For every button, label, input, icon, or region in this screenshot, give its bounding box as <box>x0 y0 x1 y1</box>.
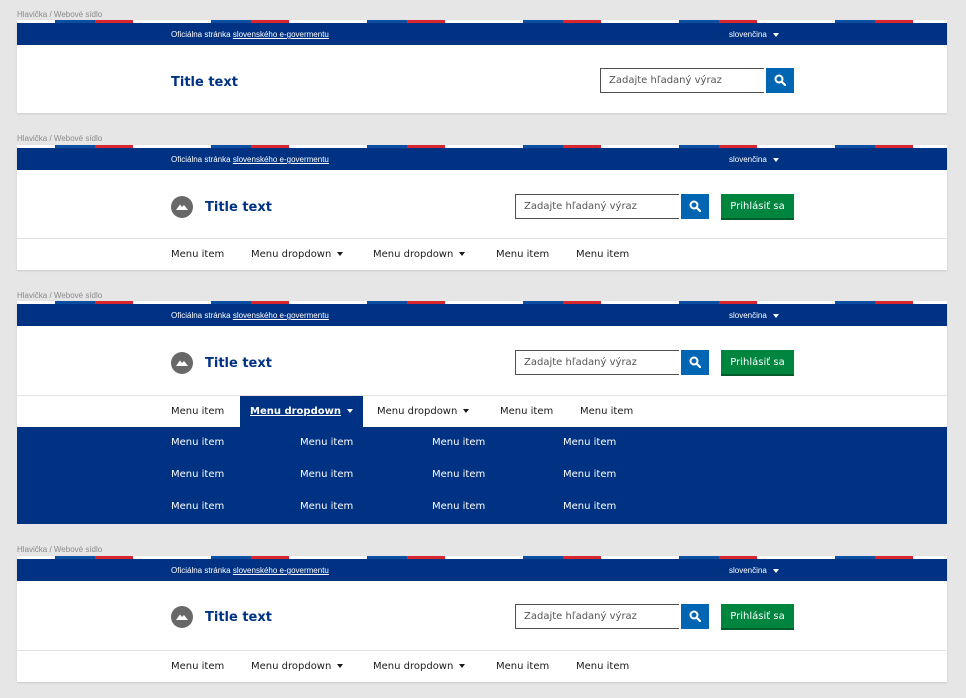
mountain-logo-icon[interactable] <box>171 196 193 218</box>
menu-item[interactable]: Menu item <box>496 249 549 260</box>
menu-item[interactable]: Menu item <box>576 249 629 260</box>
dropdown-item[interactable]: Menu item <box>563 437 616 448</box>
egov-link[interactable]: slovenského e-govermentu <box>233 30 329 39</box>
frame-label: Hlavička / Webové sídlo <box>17 134 103 143</box>
search-button[interactable] <box>681 194 709 219</box>
frame-label: Hlavička / Webové sídlo <box>17 291 103 300</box>
header-with-open-dropdown: Oficiálna stránka slovenského e-govermen… <box>17 301 947 427</box>
mountain-logo-icon[interactable] <box>171 352 193 374</box>
menu-item[interactable]: Menu item <box>496 661 549 672</box>
egov-link[interactable]: slovenského e-govermentu <box>233 311 329 320</box>
main-menu: Menu item Menu dropdown Menu dropdown Me… <box>17 395 947 428</box>
main-menu: Menu item Menu dropdown Menu dropdown Me… <box>17 650 947 682</box>
search-input[interactable] <box>600 68 764 93</box>
menu-dropdown[interactable]: Menu dropdown <box>251 661 344 672</box>
caret-down-icon <box>772 313 779 318</box>
mountain-logo-icon[interactable] <box>171 606 193 628</box>
menu-dropdown[interactable]: Menu dropdown <box>377 406 470 417</box>
search-icon <box>774 74 786 86</box>
dropdown-item[interactable]: Menu item <box>432 437 485 448</box>
caret-down-icon <box>463 409 470 413</box>
official-notice: Oficiálna stránka slovenského e-govermen… <box>171 311 329 320</box>
menu-dropdown[interactable]: Menu dropdown <box>373 661 466 672</box>
login-button[interactable]: Prihlásiť sa <box>721 604 794 630</box>
login-button[interactable]: Prihlásiť sa <box>721 194 794 220</box>
site-title[interactable]: Title text <box>205 610 272 625</box>
search-button[interactable] <box>766 68 794 93</box>
frame-label: Hlavička / Webové sídlo <box>17 545 103 554</box>
search-input[interactable] <box>515 604 679 629</box>
menu-item[interactable]: Menu item <box>576 661 629 672</box>
egov-link[interactable]: slovenského e-govermentu <box>233 155 329 164</box>
caret-down-icon <box>337 252 344 256</box>
caret-down-icon <box>772 568 779 573</box>
dropdown-item[interactable]: Menu item <box>300 501 353 512</box>
main-menu: Menu item Menu dropdown Menu dropdown Me… <box>17 238 947 270</box>
dropdown-item[interactable]: Menu item <box>432 469 485 480</box>
caret-down-icon <box>459 252 466 256</box>
search-button[interactable] <box>681 604 709 629</box>
menu-item[interactable]: Menu item <box>500 406 553 417</box>
search-button[interactable] <box>681 350 709 375</box>
search-input[interactable] <box>515 350 679 375</box>
caret-down-icon <box>772 157 779 162</box>
language-select[interactable]: slovenčina <box>729 311 779 320</box>
header-with-menu: Oficiálna stránka slovenského e-govermen… <box>17 556 947 682</box>
menu-item[interactable]: Menu item <box>580 406 633 417</box>
search-icon <box>689 356 701 368</box>
official-notice: Oficiálna stránka slovenského e-govermen… <box>171 30 329 39</box>
gov-topbar: Oficiálna stránka slovenského e-govermen… <box>17 304 947 326</box>
language-select[interactable]: slovenčina <box>729 566 779 575</box>
menu-item[interactable]: Menu item <box>171 661 224 672</box>
gov-topbar: Oficiálna stránka slovenského e-govermen… <box>17 148 947 170</box>
dropdown-item[interactable]: Menu item <box>563 501 616 512</box>
dropdown-item[interactable]: Menu item <box>300 437 353 448</box>
gov-topbar: Oficiálna stránka slovenského e-govermen… <box>17 559 947 581</box>
official-notice: Oficiálna stránka slovenského e-govermen… <box>171 155 329 164</box>
dropdown-item[interactable]: Menu item <box>171 501 224 512</box>
site-title[interactable]: Title text <box>205 356 272 371</box>
menu-dropdown[interactable]: Menu dropdown <box>251 249 344 260</box>
header-simple: Oficiálna stránka slovenského e-govermen… <box>17 20 947 113</box>
dropdown-panel: Menu item Menu item Menu item Menu item … <box>17 427 947 524</box>
caret-down-icon <box>346 409 353 413</box>
caret-down-icon <box>459 664 466 668</box>
caret-down-icon <box>337 664 344 668</box>
menu-dropdown-active[interactable]: Menu dropdown <box>240 396 363 427</box>
menu-item[interactable]: Menu item <box>171 249 224 260</box>
search-icon <box>689 200 701 212</box>
gov-topbar: Oficiálna stránka slovenského e-govermen… <box>17 23 947 45</box>
site-title[interactable]: Title text <box>205 200 272 215</box>
dropdown-item[interactable]: Menu item <box>171 437 224 448</box>
header-with-menu: Oficiálna stránka slovenského e-govermen… <box>17 145 947 270</box>
site-title[interactable]: Title text <box>171 75 238 90</box>
language-select[interactable]: slovenčina <box>729 155 779 164</box>
menu-dropdown[interactable]: Menu dropdown <box>373 249 466 260</box>
dropdown-item[interactable]: Menu item <box>563 469 616 480</box>
menu-item[interactable]: Menu item <box>171 406 224 417</box>
caret-down-icon <box>772 32 779 37</box>
search-icon <box>689 610 701 622</box>
dropdown-item[interactable]: Menu item <box>171 469 224 480</box>
dropdown-item[interactable]: Menu item <box>432 501 485 512</box>
dropdown-item[interactable]: Menu item <box>300 469 353 480</box>
official-notice: Oficiálna stránka slovenského e-govermen… <box>171 566 329 575</box>
login-button[interactable]: Prihlásiť sa <box>721 350 794 376</box>
search-input[interactable] <box>515 194 679 219</box>
language-select[interactable]: slovenčina <box>729 30 779 39</box>
frame-label: Hlavička / Webové sídlo <box>17 10 103 19</box>
egov-link[interactable]: slovenského e-govermentu <box>233 566 329 575</box>
